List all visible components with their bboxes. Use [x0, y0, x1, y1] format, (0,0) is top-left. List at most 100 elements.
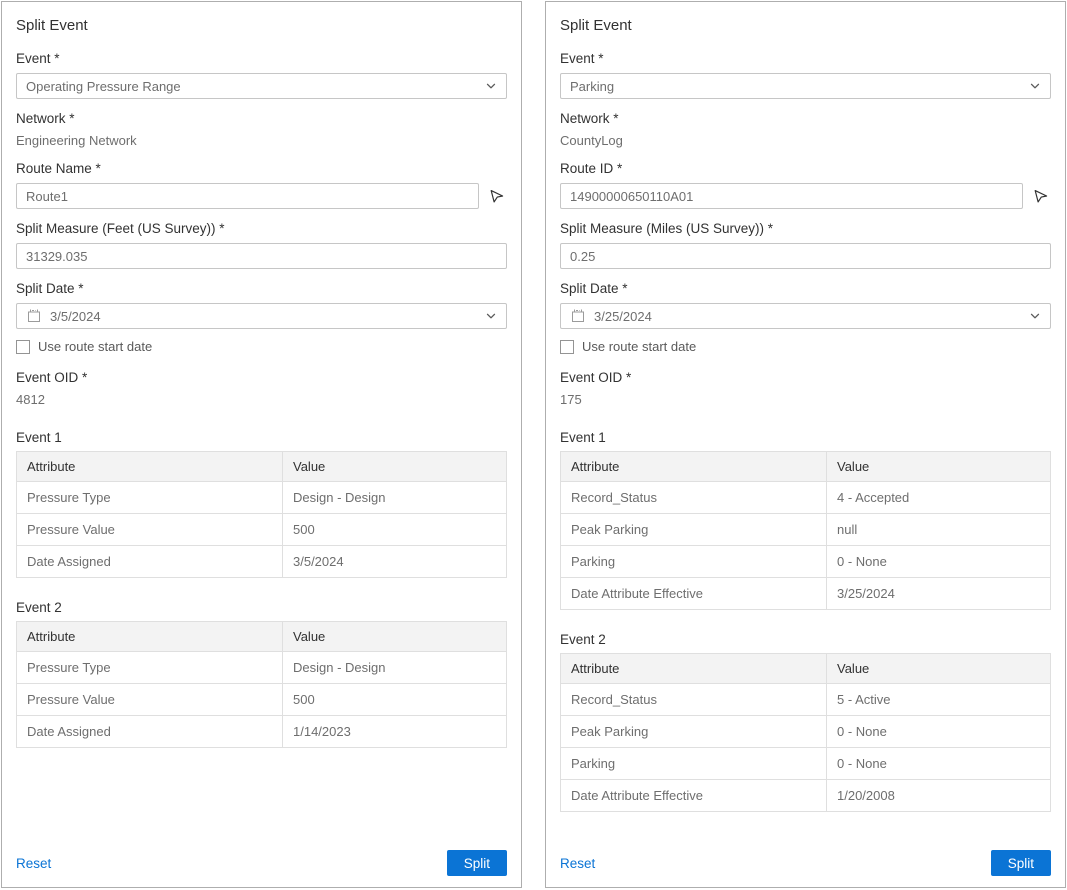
route-input[interactable]: Route1: [16, 183, 479, 209]
network-value: CountyLog: [560, 133, 1051, 149]
event-oid-label: Event OID *: [560, 370, 1051, 386]
value-column-header: Value: [827, 654, 1051, 684]
split-date-label: Split Date *: [560, 281, 1051, 297]
use-route-start-date-checkbox[interactable]: [16, 340, 30, 354]
measure-input-value: 31329.035: [26, 249, 87, 264]
use-route-start-date-checkbox[interactable]: [560, 340, 574, 354]
measure-input-value: 0.25: [570, 249, 595, 264]
event2-section-title: Event 2: [16, 600, 507, 615]
event-select-value: Operating Pressure Range: [26, 79, 181, 94]
attribute-column-header: Attribute: [17, 452, 283, 482]
table-row: Pressure Value 500: [17, 514, 507, 546]
measure-input[interactable]: 0.25: [560, 243, 1051, 269]
widget-title: Split Event: [560, 2, 1051, 35]
map-pointer-icon[interactable]: [487, 186, 507, 206]
route-row: Route1: [16, 183, 507, 209]
attribute-cell: Pressure Type: [17, 482, 283, 514]
network-label: Network *: [16, 111, 507, 127]
route-input-value: Route1: [26, 189, 68, 204]
event2-section-title: Event 2: [560, 632, 1051, 647]
chevron-down-icon: [1029, 80, 1041, 92]
event-label: Event *: [16, 51, 507, 67]
value-cell: 3/25/2024: [827, 578, 1051, 610]
measure-input[interactable]: 31329.035: [16, 243, 507, 269]
event1-attribute-table: Attribute Value Record_Status 4 - Accept…: [560, 451, 1051, 610]
event2-attribute-table: Attribute Value Record_Status 5 - Active…: [560, 653, 1051, 812]
value-cell: 1/20/2008: [827, 780, 1051, 812]
measure-label: Split Measure (Feet (US Survey)) *: [16, 221, 507, 237]
map-pointer-icon[interactable]: [1031, 186, 1051, 206]
value-cell: 3/5/2024: [283, 546, 507, 578]
value-cell: Design - Design: [283, 652, 507, 684]
table-row: Pressure Value 500: [17, 684, 507, 716]
attribute-cell: Date Assigned: [17, 716, 283, 748]
network-value: Engineering Network: [16, 133, 507, 149]
table-header-row: Attribute Value: [17, 452, 507, 482]
use-route-start-date-row: Use route start date: [560, 339, 1051, 354]
route-label: Route Name *: [16, 161, 507, 177]
split-event-widget-right: Split Event Event * Parking Network * Co…: [545, 1, 1066, 888]
route-label: Route ID *: [560, 161, 1051, 177]
route-input[interactable]: 14900000650110A01: [560, 183, 1023, 209]
event1-attribute-table: Attribute Value Pressure Type Design - D…: [16, 451, 507, 578]
event-oid-label: Event OID *: [16, 370, 507, 386]
event-oid-value: 4812: [16, 392, 507, 408]
chevron-down-icon: [1029, 310, 1041, 322]
table-row: Pressure Type Design - Design: [17, 482, 507, 514]
table-row: Peak Parking null: [561, 514, 1051, 546]
value-column-header: Value: [827, 452, 1051, 482]
table-row: Parking 0 - None: [561, 546, 1051, 578]
attribute-cell: Pressure Type: [17, 652, 283, 684]
use-route-start-date-label: Use route start date: [38, 339, 152, 354]
route-row: 14900000650110A01: [560, 183, 1051, 209]
reset-link[interactable]: Reset: [560, 856, 595, 871]
event1-section-title: Event 1: [16, 430, 507, 445]
attribute-cell: Parking: [561, 546, 827, 578]
split-date-picker[interactable]: 3/5/2024: [16, 303, 507, 329]
table-row: Parking 0 - None: [561, 748, 1051, 780]
widget-footer: Reset Split: [16, 850, 507, 876]
table-row: Record_Status 5 - Active: [561, 684, 1051, 716]
value-cell: 1/14/2023: [283, 716, 507, 748]
event-label: Event *: [560, 51, 1051, 67]
table-header-row: Attribute Value: [17, 622, 507, 652]
use-route-start-date-row: Use route start date: [16, 339, 507, 354]
route-input-value: 14900000650110A01: [570, 189, 693, 204]
value-cell: 0 - None: [827, 748, 1051, 780]
calendar-icon: [26, 308, 42, 324]
attribute-cell: Pressure Value: [17, 514, 283, 546]
event1-section-title: Event 1: [560, 430, 1051, 445]
split-button[interactable]: Split: [991, 850, 1051, 876]
chevron-down-icon: [485, 310, 497, 322]
workspace: Split Event Event * Operating Pressure R…: [0, 0, 1067, 890]
attribute-cell: Peak Parking: [561, 514, 827, 546]
attribute-cell: Record_Status: [561, 482, 827, 514]
event-select[interactable]: Parking: [560, 73, 1051, 99]
widget-title: Split Event: [16, 2, 507, 35]
table-row: Date Attribute Effective 3/25/2024: [561, 578, 1051, 610]
value-cell: 5 - Active: [827, 684, 1051, 716]
value-cell: null: [827, 514, 1051, 546]
widget-footer: Reset Split: [560, 850, 1051, 876]
use-route-start-date-label: Use route start date: [582, 339, 696, 354]
event-select[interactable]: Operating Pressure Range: [16, 73, 507, 99]
chevron-down-icon: [485, 80, 497, 92]
event-select-value: Parking: [570, 79, 614, 94]
value-cell: Design - Design: [283, 482, 507, 514]
split-event-widget-left: Split Event Event * Operating Pressure R…: [1, 1, 522, 888]
table-header-row: Attribute Value: [561, 452, 1051, 482]
split-date-picker[interactable]: 3/25/2024: [560, 303, 1051, 329]
calendar-icon: [570, 308, 586, 324]
value-cell: 4 - Accepted: [827, 482, 1051, 514]
attribute-cell: Peak Parking: [561, 716, 827, 748]
attribute-cell: Record_Status: [561, 684, 827, 716]
value-cell: 500: [283, 514, 507, 546]
network-label: Network *: [560, 111, 1051, 127]
split-button[interactable]: Split: [447, 850, 507, 876]
event2-attribute-table: Attribute Value Pressure Type Design - D…: [16, 621, 507, 748]
reset-link[interactable]: Reset: [16, 856, 51, 871]
table-row: Date Assigned 1/14/2023: [17, 716, 507, 748]
table-header-row: Attribute Value: [561, 654, 1051, 684]
value-cell: 500: [283, 684, 507, 716]
measure-label: Split Measure (Miles (US Survey)) *: [560, 221, 1051, 237]
